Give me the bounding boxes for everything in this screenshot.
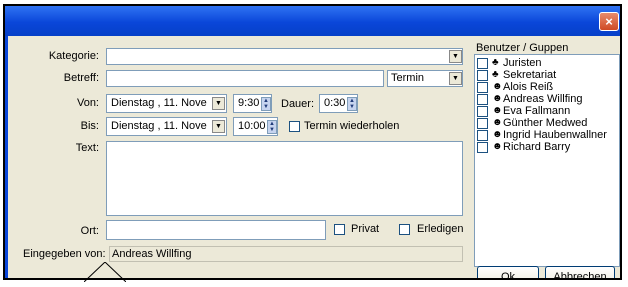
- kategorie-combobox[interactable]: ▼: [106, 48, 463, 65]
- user-icon: ☻: [492, 117, 503, 128]
- bis-date-value: Dienstag , 11. Nove: [111, 120, 207, 132]
- bis-date-picker[interactable]: Dienstag , 11. Nove ▼: [106, 117, 227, 136]
- title-bar[interactable]: ×: [5, 6, 620, 36]
- user-icon: ☻: [492, 105, 503, 116]
- user-name: Ingrid Haubenwallner: [503, 129, 607, 141]
- erledigen-checkbox[interactable]: [399, 224, 410, 235]
- von-date-picker[interactable]: Dienstag , 11. Nove ▼: [106, 94, 227, 113]
- dauer-label: Dauer:: [281, 98, 315, 110]
- cancel-button-label: Abbrechen: [553, 271, 607, 280]
- time-spinner-icon[interactable]: ▲ ▼: [267, 120, 277, 134]
- appointment-dialog: × Kategorie: ▼ Betreff: Termin ▼ Von: Di…: [3, 4, 622, 280]
- von-label: Von:: [76, 97, 99, 109]
- user-checkbox[interactable]: [477, 82, 488, 93]
- user-name: Alois Reiß: [503, 81, 554, 93]
- ort-input[interactable]: [106, 220, 326, 240]
- dauer-value: 0:30: [324, 97, 346, 109]
- chevron-down-icon[interactable]: ▼: [449, 72, 462, 85]
- eingegeben-label: Eingegeben von:: [23, 248, 106, 260]
- user-list[interactable]: ♣ Juristen ♣ Sekretariat ☻ Alois Reiß ☻ Andr…: [474, 54, 620, 267]
- user-name: Eva Fallmann: [503, 105, 571, 117]
- user-name: Günther Medwed: [503, 117, 588, 129]
- user-icon: ☻: [492, 129, 503, 140]
- user-checkbox[interactable]: [477, 142, 488, 153]
- user-checkbox[interactable]: [477, 94, 488, 105]
- kategorie-label: Kategorie:: [48, 50, 99, 62]
- bis-time-input[interactable]: 10:00 ▲ ▼: [233, 117, 278, 136]
- group-icon: ♣: [492, 57, 499, 68]
- betreff-type-value: Termin: [391, 72, 425, 84]
- dauer-input[interactable]: 0:30 ▲ ▼: [319, 94, 358, 113]
- betreff-label: Betreff:: [63, 72, 99, 84]
- user-checkbox[interactable]: [477, 106, 488, 117]
- chevron-down-icon[interactable]: ▼: [449, 50, 462, 63]
- user-name: Sekretariat: [503, 69, 557, 81]
- erledigen-label: Erledigen: [417, 223, 464, 235]
- time-spinner-icon[interactable]: ▲ ▼: [261, 97, 271, 111]
- ok-button-label: Ok: [500, 271, 516, 280]
- user-panel-header: Benutzer / Guppen: [476, 42, 569, 54]
- ort-label: Ort:: [80, 225, 99, 237]
- text-area[interactable]: [106, 141, 463, 216]
- close-button[interactable]: ×: [599, 12, 619, 31]
- user-icon: ☻: [492, 93, 503, 104]
- bis-label: Bis:: [80, 120, 99, 132]
- text-label: Text:: [75, 142, 99, 154]
- user-icon: ☻: [492, 141, 503, 152]
- user-group-panel: Benutzer / Guppen ♣ Juristen ♣ Sekretariat…: [474, 42, 620, 267]
- user-name: Andreas Willfing: [503, 93, 583, 105]
- user-checkbox[interactable]: [477, 130, 488, 141]
- privat-checkbox[interactable]: [334, 224, 345, 235]
- repeat-checkbox[interactable]: [289, 121, 300, 132]
- betreff-input[interactable]: [106, 70, 384, 87]
- user-checkbox[interactable]: [477, 58, 488, 69]
- privat-label: Privat: [351, 223, 380, 235]
- ok-button[interactable]: Ok: [477, 266, 539, 280]
- chevron-down-icon[interactable]: ▼: [212, 97, 225, 110]
- user-name: Juristen: [503, 57, 542, 69]
- von-date-value: Dienstag , 11. Nove: [111, 97, 207, 109]
- von-time-value: 9:30: [238, 97, 260, 109]
- user-name: Richard Barry: [503, 141, 571, 153]
- group-icon: ♣: [492, 69, 499, 80]
- dialog-body: Kategorie: ▼ Betreff: Termin ▼ Von: Dien…: [5, 36, 620, 278]
- cancel-button[interactable]: Abbrechen: [545, 266, 615, 280]
- repeat-label: Termin wiederholen: [304, 120, 400, 132]
- von-time-input[interactable]: 9:30 ▲ ▼: [233, 94, 272, 113]
- user-checkbox[interactable]: [477, 118, 488, 129]
- user-icon: ☻: [492, 81, 503, 92]
- betreff-type-select[interactable]: Termin ▼: [387, 70, 463, 87]
- chevron-down-icon[interactable]: ▼: [212, 120, 225, 133]
- bis-time-value: 10:00: [238, 120, 266, 132]
- callout-pointer: [84, 262, 126, 282]
- time-spinner-icon[interactable]: ▲ ▼: [347, 97, 357, 111]
- user-checkbox[interactable]: [477, 70, 488, 81]
- eingegeben-value: Andreas Willfing: [109, 246, 463, 262]
